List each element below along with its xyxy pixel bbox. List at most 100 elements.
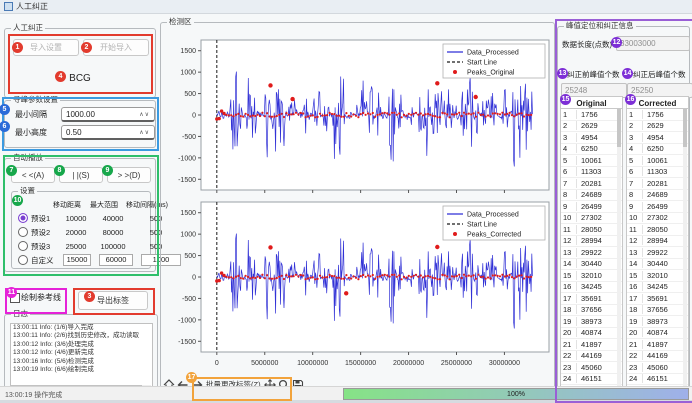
autoplay-pause-button[interactable]: | |(S) xyxy=(59,167,103,183)
corrected-list-scrollbar[interactable] xyxy=(683,109,687,392)
peak-list-row[interactable]: 1027302 xyxy=(561,213,622,225)
svg-text:-1500: -1500 xyxy=(178,339,196,346)
import-settings-button[interactable]: 导入设置 xyxy=(13,39,79,56)
peak-list-row[interactable]: 46250 xyxy=(627,144,688,156)
autoplay-group: 自动播放 < <(A) | |(S) > >(D) 设置 移动距离最大范围移动间… xyxy=(4,158,156,272)
spinner-arrows-icon[interactable]: ∧∨ xyxy=(139,129,150,136)
manual-correction-group: 人工纠正 导入设置 开始导入 BCG xyxy=(4,28,156,98)
preset-col-header: 最大范围 xyxy=(84,200,124,210)
preset-radio[interactable] xyxy=(18,227,28,237)
svg-text:0: 0 xyxy=(215,360,219,367)
peak-list-row[interactable]: 720281 xyxy=(561,178,622,190)
peak-list-row[interactable]: 1735691 xyxy=(561,293,622,305)
peak-list-row[interactable]: 2141897 xyxy=(561,339,622,351)
peak-list-row[interactable]: 11756 xyxy=(561,109,622,121)
peak-list-row[interactable]: 2345060 xyxy=(561,362,622,374)
preset-row: 预设325000100000500 xyxy=(18,240,179,252)
peak-list-row[interactable]: 11756 xyxy=(627,109,688,121)
preset-row: 预设11000040000500 xyxy=(18,212,179,224)
svg-text:-500: -500 xyxy=(182,296,196,303)
peak-list-row[interactable]: 1532010 xyxy=(627,270,688,282)
svg-text:0: 0 xyxy=(192,113,196,120)
peak-list-row[interactable]: 1735691 xyxy=(627,293,688,305)
preset-value-input[interactable]: 60000 xyxy=(99,254,133,266)
reference-line-label: 绘制参考线 xyxy=(21,292,61,303)
peak-list-row[interactable]: 1634245 xyxy=(627,282,688,294)
post-count-label: 纠正后峰值个数 xyxy=(633,69,686,80)
svg-text:5000000: 5000000 xyxy=(251,360,278,367)
preset-radio[interactable] xyxy=(18,255,28,265)
peak-list-row[interactable]: 926499 xyxy=(561,201,622,213)
peak-list-row[interactable]: 1329922 xyxy=(627,247,688,259)
reference-line-checkbox[interactable] xyxy=(10,293,20,303)
start-import-button[interactable]: 开始导入 xyxy=(83,39,149,56)
progress-text: 100% xyxy=(507,391,525,398)
peak-list-row[interactable]: 1938973 xyxy=(627,316,688,328)
peak-list-row[interactable]: 46250 xyxy=(561,144,622,156)
peak-list-row[interactable]: 1329922 xyxy=(561,247,622,259)
peak-list-row[interactable]: 510061 xyxy=(561,155,622,167)
original-list-scrollbar[interactable] xyxy=(617,109,621,392)
peak-list-row[interactable]: 1430440 xyxy=(627,259,688,271)
peak-list-row[interactable]: 2040874 xyxy=(627,328,688,340)
peak-list-row[interactable]: 611303 xyxy=(561,167,622,179)
min-height-spinner[interactable]: 0.50 ∧∨ xyxy=(61,125,155,140)
peak-list-row[interactable]: 926499 xyxy=(627,201,688,213)
min-interval-spinner[interactable]: 1000.00 ∧∨ xyxy=(61,107,155,122)
original-peaks-list[interactable]: 1175622629349544625051006161130372028182… xyxy=(560,108,623,395)
preset-radio[interactable] xyxy=(18,241,28,251)
peak-list-row[interactable]: 34954 xyxy=(627,132,688,144)
corrected-peaks-chart[interactable]: -1500-1000-50005001000150005000000100000… xyxy=(161,196,553,377)
peak-list-row[interactable]: 1837656 xyxy=(627,305,688,317)
signal-type-label: BCG xyxy=(5,73,155,84)
peak-list-row[interactable]: 2345060 xyxy=(627,362,688,374)
peak-list-row[interactable]: 1837656 xyxy=(561,305,622,317)
title-bar[interactable]: 人工纠正 xyxy=(0,0,692,14)
peak-list-row[interactable]: 824689 xyxy=(627,190,688,202)
corrected-peaks-list[interactable]: 1175622629349544625051006161130372028182… xyxy=(626,108,689,395)
peak-list-row[interactable]: 1128050 xyxy=(627,224,688,236)
peak-list-row[interactable]: 824689 xyxy=(561,190,622,202)
peak-list-row[interactable]: 611303 xyxy=(627,167,688,179)
peak-list-row[interactable]: 22629 xyxy=(561,121,622,133)
preset-value: 80000 xyxy=(93,228,133,237)
peak-list-row[interactable]: 1938973 xyxy=(561,316,622,328)
export-labels-button[interactable]: 导出标签 xyxy=(78,291,148,310)
peak-list-row[interactable]: 1128050 xyxy=(561,224,622,236)
peak-list-row[interactable]: 510061 xyxy=(627,155,688,167)
peak-list-row[interactable]: 2446151 xyxy=(561,374,622,386)
svg-text:-1500: -1500 xyxy=(178,177,196,184)
spinner-arrows-icon[interactable]: ∧∨ xyxy=(139,111,150,118)
autoplay-prev-button[interactable]: < <(A) xyxy=(11,167,55,183)
peak-list-row[interactable]: 1027302 xyxy=(627,213,688,225)
peak-list-row[interactable]: 2040874 xyxy=(561,328,622,340)
peak-list-row[interactable]: 2244169 xyxy=(627,351,688,363)
peak-list-row[interactable]: 22629 xyxy=(627,121,688,133)
peak-list-row[interactable]: 2446151 xyxy=(627,374,688,386)
original-peaks-chart[interactable]: -1500-1000-500050010001500Data_Processed… xyxy=(161,34,553,199)
peak-list-row[interactable]: 1532010 xyxy=(561,270,622,282)
svg-text:500: 500 xyxy=(184,91,196,98)
peak-list-row[interactable]: 1430440 xyxy=(561,259,622,271)
peak-info-title: 峰值定位和纠正信息 xyxy=(564,22,636,30)
peak-list-row[interactable]: 720281 xyxy=(627,178,688,190)
preset-radio[interactable] xyxy=(18,213,28,223)
peak-list-row[interactable]: 2141897 xyxy=(627,339,688,351)
peak-list-row[interactable]: 34954 xyxy=(561,132,622,144)
preset-name: 预设2 xyxy=(31,227,59,238)
preset-value: 100000 xyxy=(93,242,133,251)
min-interval-value: 1000.00 xyxy=(66,110,95,119)
svg-text:-1000: -1000 xyxy=(178,155,196,162)
log-output[interactable]: 13:00:11 Info: (1/6)导入完成13:00:11 Info: (… xyxy=(10,323,153,387)
peak-list-row[interactable]: 1634245 xyxy=(561,282,622,294)
peak-list-row[interactable]: 1228994 xyxy=(561,236,622,248)
min-interval-label: 最小间隔 xyxy=(15,109,47,120)
autoplay-next-button[interactable]: > >(D) xyxy=(107,167,151,183)
peak-list-row[interactable]: 1228994 xyxy=(627,236,688,248)
peak-params-group: 寻峰参数设置 最小间隔 1000.00 ∧∨ 最小高度 0.50 ∧∨ xyxy=(4,100,156,148)
main-area: 人工纠正 导入设置 开始导入 BCG 寻峰参数设置 最小间隔 1000.00 ∧… xyxy=(0,14,692,386)
pre-count-label: 纠正前峰值个数 xyxy=(567,69,620,80)
peak-list-row[interactable]: 2244169 xyxy=(561,351,622,363)
preset-value: 10000 xyxy=(59,214,93,223)
preset-value-input[interactable]: 15000 xyxy=(63,254,91,266)
